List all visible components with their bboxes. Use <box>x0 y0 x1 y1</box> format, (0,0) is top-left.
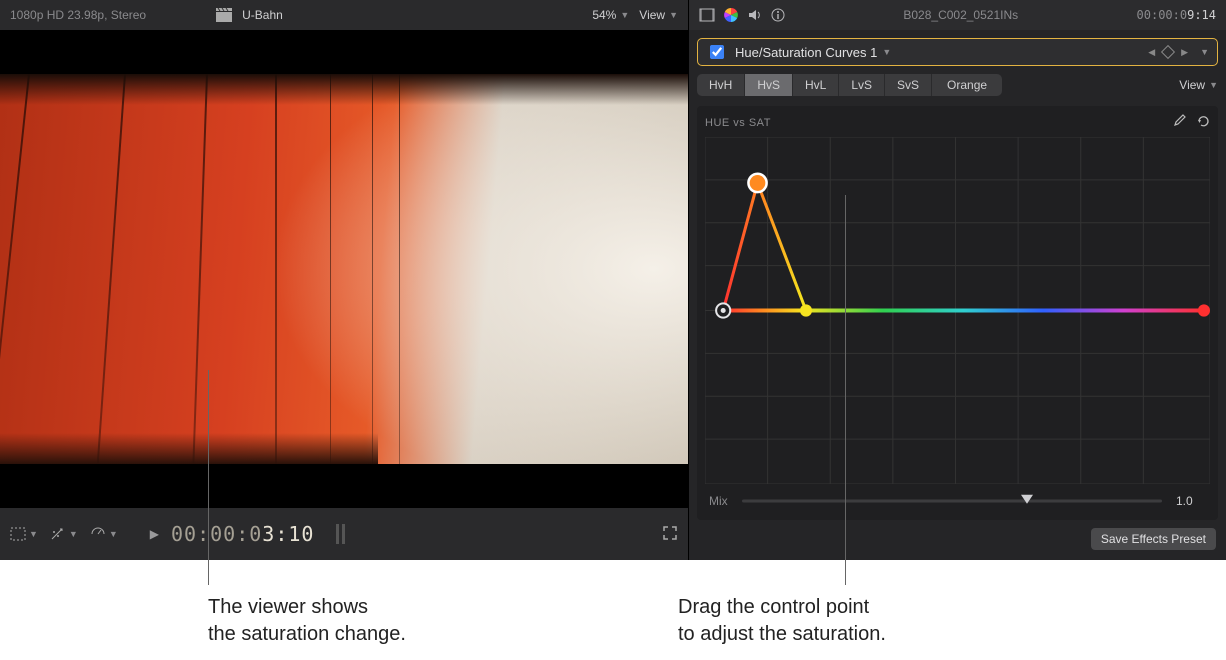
chevron-down-icon: ▼ <box>69 529 78 539</box>
chevron-down-icon: ▼ <box>620 10 629 20</box>
video-inspector-icon[interactable] <box>699 8 715 22</box>
transform-tool-dropdown[interactable]: ▼ <box>10 527 38 541</box>
effect-name: Hue/Saturation Curves 1 <box>735 45 877 60</box>
callout-curve: Drag the control point to adjust the sat… <box>678 594 886 648</box>
curve-tabs-row: HvH HvS HvL LvS SvS Orange View ▼ <box>697 74 1218 96</box>
tab-hvs[interactable]: HvS <box>745 74 793 96</box>
chevron-down-icon: ▼ <box>109 529 118 539</box>
tab-hvl[interactable]: HvL <box>793 74 839 96</box>
retime-tool-dropdown[interactable]: ▼ <box>90 527 118 541</box>
audio-inspector-icon[interactable] <box>747 8 763 22</box>
mix-label: Mix <box>709 494 728 508</box>
callout-line <box>845 195 846 585</box>
timecode-dim: 00:00:0 <box>171 522 262 546</box>
viewer-canvas[interactable] <box>0 30 688 508</box>
enhance-tool-dropdown[interactable]: ▼ <box>50 527 78 541</box>
chevron-down-icon: ▼ <box>29 529 38 539</box>
viewer-preview-image <box>0 74 688 464</box>
zoom-dropdown[interactable]: 54% ▼ <box>592 8 629 22</box>
viewer-footer: ▼ ▼ ▼ ▶ 00:00:03:10 <box>0 508 688 560</box>
effect-enable-checkbox[interactable] <box>710 45 724 59</box>
effect-header-row[interactable]: Hue/Saturation Curves 1 ▼ ◀ ▶ ▼ <box>697 38 1218 66</box>
audio-meter <box>336 524 345 544</box>
tab-lvs[interactable]: LvS <box>839 74 885 96</box>
info-inspector-icon[interactable] <box>771 8 785 22</box>
callout-viewer: The viewer shows the saturation change. <box>208 594 406 648</box>
mix-slider[interactable] <box>742 494 1162 508</box>
viewer-pane: 1080p HD 23.98p, Stereo U-Bahn 54% ▼ Vie… <box>0 0 688 560</box>
tab-orange[interactable]: Orange <box>932 74 1002 96</box>
eyedropper-icon[interactable] <box>1172 114 1186 131</box>
hue-sat-curve[interactable] <box>705 137 1210 484</box>
view-label: View <box>639 8 665 22</box>
chevron-down-icon: ▼ <box>882 47 891 57</box>
fullscreen-icon[interactable] <box>662 525 678 544</box>
timecode-bright: 3:10 <box>262 522 314 546</box>
tab-hvh[interactable]: HvH <box>697 74 745 96</box>
inspector-pane: B028_C002_0521INs 00:00:09:14 Hue/Satura… <box>688 0 1226 560</box>
chevron-down-icon[interactable]: ▼ <box>1200 47 1209 57</box>
tab-svs[interactable]: SvS <box>885 74 932 96</box>
save-effects-preset-button[interactable]: Save Effects Preset <box>1091 528 1216 550</box>
mix-row: Mix 1.0 <box>705 494 1210 512</box>
keyframe-prev-icon[interactable]: ◀ <box>1148 47 1155 58</box>
chevron-down-icon: ▼ <box>1209 80 1218 90</box>
timecode-display[interactable]: 00:00:03:10 <box>171 522 314 546</box>
curve-panel: HUE vs SAT <box>697 106 1218 520</box>
inspector-timecode: 00:00:09:14 <box>1137 8 1216 22</box>
curve-title: HUE vs SAT <box>705 117 771 129</box>
keyframe-diamond-icon[interactable] <box>1161 45 1175 59</box>
viewer-header: 1080p HD 23.98p, Stereo U-Bahn 54% ▼ Vie… <box>0 0 688 30</box>
zoom-value: 54% <box>592 8 616 22</box>
inspector-clip-name: B028_C002_0521INs <box>793 8 1129 22</box>
viewer-view-dropdown[interactable]: View ▼ <box>639 8 678 22</box>
play-button[interactable]: ▶ <box>150 527 159 541</box>
callout-line <box>208 370 209 585</box>
reset-icon[interactable] <box>1196 114 1210 131</box>
clapperboard-icon <box>216 8 232 22</box>
curve-type-segmented: HvH HvS HvL LvS SvS Orange <box>697 74 1002 96</box>
keyframe-next-icon[interactable]: ▶ <box>1181 47 1188 58</box>
project-name: U-Bahn <box>242 8 283 22</box>
chevron-down-icon: ▼ <box>669 10 678 20</box>
clip-format-label: 1080p HD 23.98p, Stereo <box>10 8 146 22</box>
inspector-header: B028_C002_0521INs 00:00:09:14 <box>689 0 1226 30</box>
color-inspector-icon[interactable] <box>723 7 739 23</box>
mix-value: 1.0 <box>1176 494 1206 508</box>
inspector-view-dropdown[interactable]: View ▼ <box>1179 78 1218 92</box>
